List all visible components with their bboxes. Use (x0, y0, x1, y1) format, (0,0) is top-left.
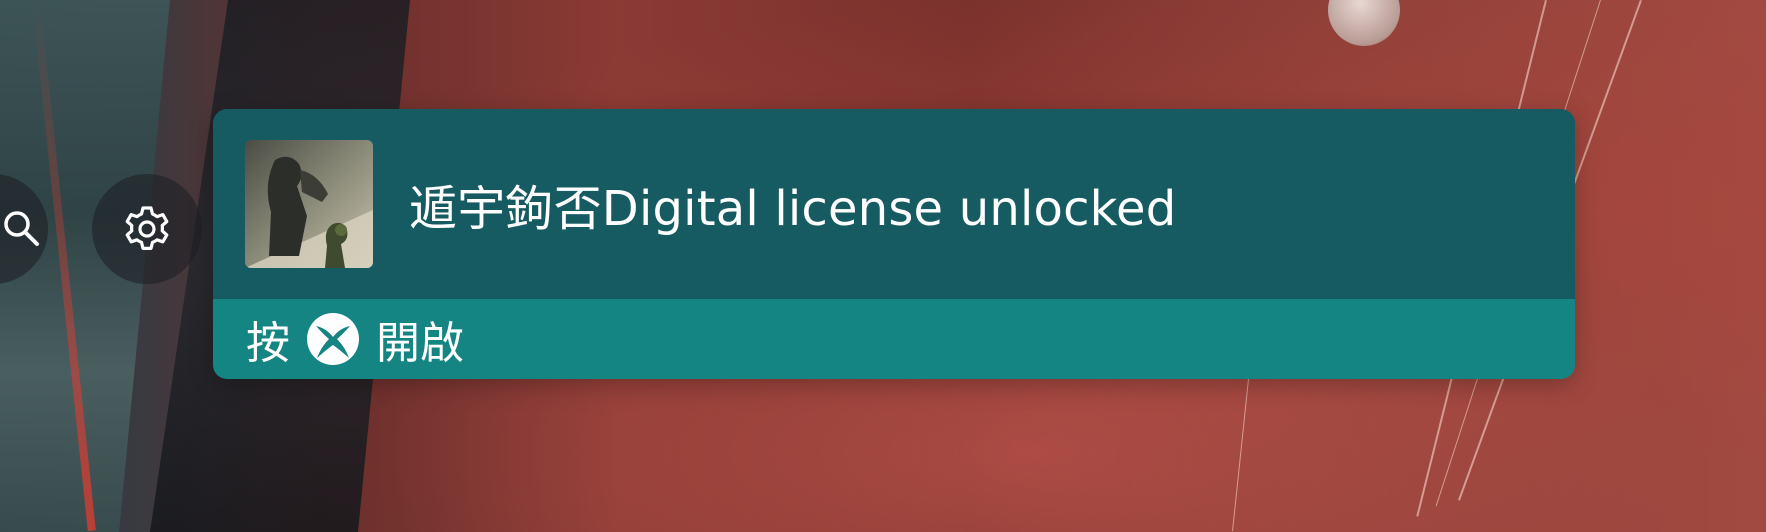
background-orb (1328, 0, 1400, 46)
action-suffix: 開啟 (376, 318, 464, 369)
notification-toast[interactable]: 遁宇鉤否Digital license unlocked 按 開啟 (213, 109, 1575, 379)
search-icon (4, 211, 39, 246)
notification-action-hint[interactable]: 按 開啟 (213, 299, 1575, 379)
action-prefix: 按 (246, 318, 290, 369)
notification-body[interactable]: 遁宇鉤否Digital license unlocked (213, 109, 1575, 299)
gear-icon (125, 206, 169, 250)
xbox-button-icon (306, 312, 360, 366)
game-thumbnail (245, 140, 373, 268)
notification-title: 遁宇鉤否Digital license unlocked (409, 181, 1177, 237)
background-streak (1232, 360, 1251, 532)
settings-button[interactable] (92, 174, 202, 284)
screen: 遁宇鉤否Digital license unlocked 按 開啟 (0, 0, 1766, 532)
